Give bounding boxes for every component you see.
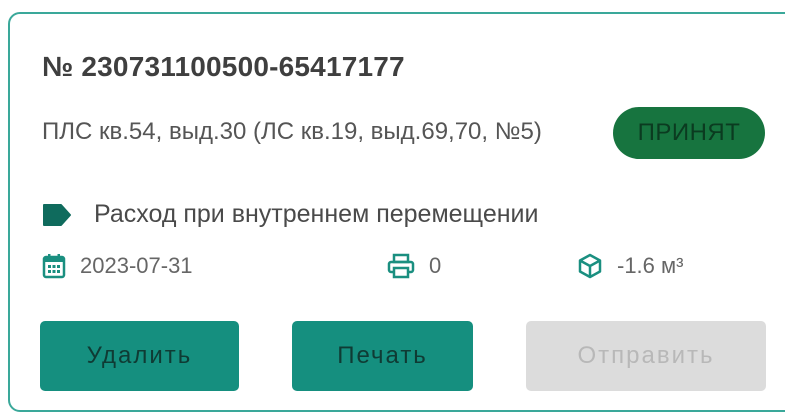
calendar-icon bbox=[42, 253, 66, 279]
operation-type-row: Расход при внутреннем перемещении bbox=[42, 200, 538, 229]
document-number: № 230731100500-65417177 bbox=[42, 51, 405, 82]
send-button[interactable]: Отправить bbox=[526, 321, 766, 391]
print-count: 0 bbox=[429, 253, 442, 278]
cube-icon bbox=[577, 253, 603, 279]
printer-icon bbox=[387, 253, 415, 279]
delete-button[interactable]: Удалить bbox=[40, 321, 239, 391]
print-info: 0 bbox=[387, 253, 441, 279]
document-date: 2023-07-31 bbox=[80, 253, 193, 278]
operation-type: Расход при внутреннем перемещении bbox=[94, 200, 539, 228]
print-button[interactable]: Печать bbox=[292, 321, 473, 391]
volume-value: -1.6 м³ bbox=[617, 253, 684, 278]
document-address: ПЛС кв.54, выд.30 (ЛС кв.19, выд.69,70, … bbox=[42, 118, 542, 145]
date-info: 2023-07-31 bbox=[42, 253, 193, 279]
status-badge: ПРИНЯТ bbox=[613, 107, 765, 159]
tag-icon bbox=[42, 203, 72, 227]
volume-info: -1.6 м³ bbox=[577, 253, 683, 279]
